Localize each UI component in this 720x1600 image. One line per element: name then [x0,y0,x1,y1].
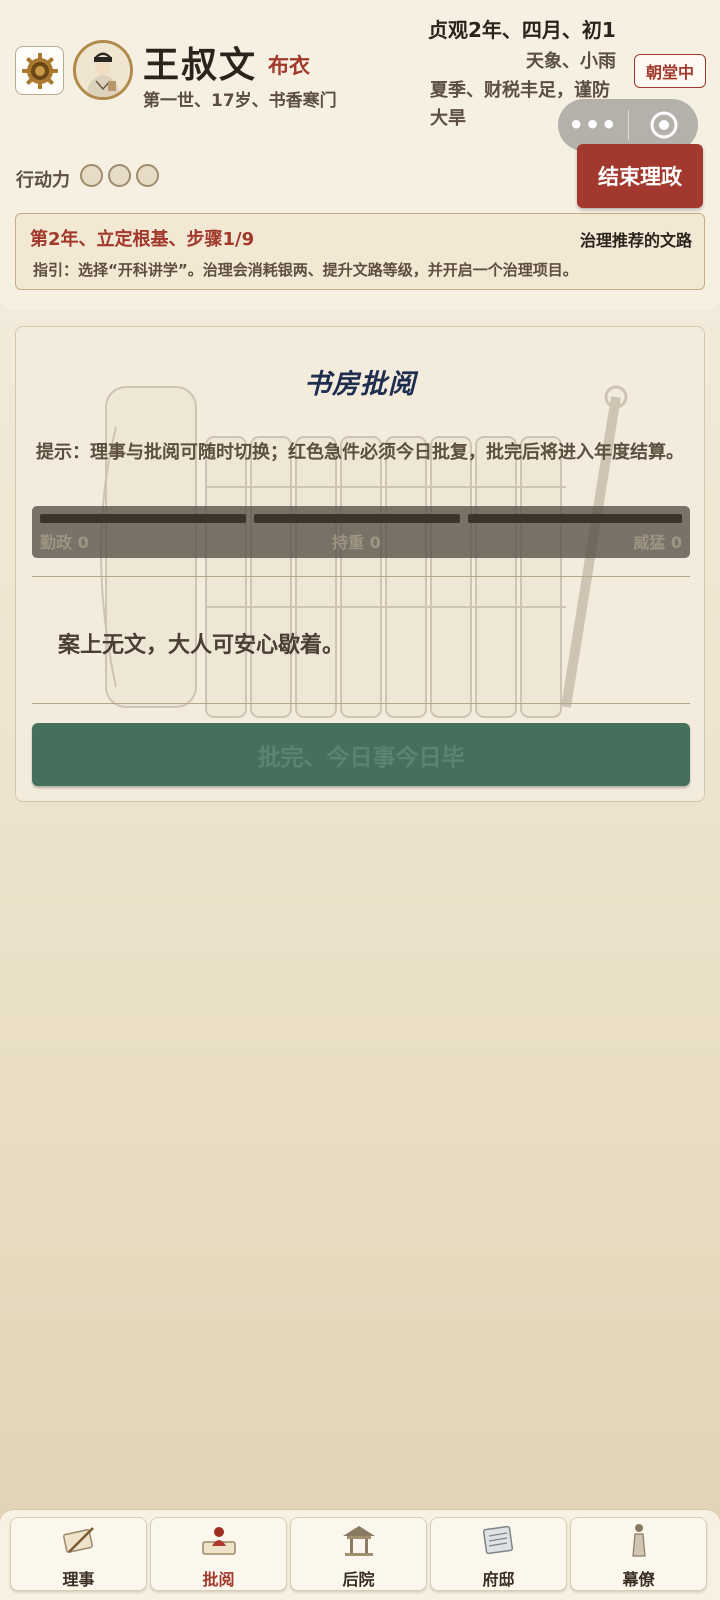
study-review-card: 书房批阅 提示：理事与批阅可随时切换；红色急件必须今日批复，批完后将进入年度结算… [15,326,705,802]
prudence-bar [254,514,460,523]
end-governance-button[interactable]: 结束理政 [577,144,703,208]
study-title: 书房批阅 [304,369,416,400]
finish-review-button[interactable]: 批完、今日事今日毕 [32,723,690,786]
might-stat: 威猛 0 [633,533,682,552]
tab-label: 府邸 [482,1570,515,1589]
diligence-bar [40,514,246,523]
tab-advisors[interactable]: 幕僚 [570,1517,707,1591]
action-points-label: 行动力 [16,170,70,191]
action-point-dot [108,164,131,187]
action-point-dot [136,164,159,187]
player-rank: 布衣 [268,54,310,78]
divider [32,576,690,577]
bottom-nav: 理事 批阅 后院 府邸 幕僚 [0,1509,720,1600]
tab-label: 理事 [62,1570,95,1589]
weather-text: 天象、小雨 [526,51,616,72]
divider [32,703,690,704]
pavilion-icon [342,1526,375,1556]
scholar-portrait-icon [76,43,130,97]
advisor-figure-icon [631,1524,646,1557]
stats-bar-panel: 勤政 0 持重 0 威猛 0 [32,506,690,558]
target-circle-icon [650,111,677,139]
court-status-badge: 朝堂中 [634,54,706,88]
guide-text: 指引：选择“开科讲学”。治理会消耗银两、提升文路等级，并开启一个治理项目。 [33,261,578,279]
player-subinfo: 第一世、17岁、书香寒门 [143,91,337,111]
study-hint: 提示：理事与批阅可随时切换；红色急件必须今日批复，批完后将进入年度结算。 [36,442,684,463]
tab-backyard[interactable]: 后院 [290,1517,427,1591]
action-point-dot [80,164,103,187]
prudence-stat: 持重 0 [332,533,381,552]
tab-review[interactable]: 批阅 [150,1517,287,1591]
settings-button[interactable] [15,46,64,95]
tab-label: 后院 [342,1570,375,1589]
book-icon [482,1525,513,1555]
scroll-brush-icon [62,1527,94,1553]
diligence-stat: 勤政 0 [40,533,89,552]
more-menu-button[interactable]: ••• [558,111,628,139]
tab-label: 幕僚 [622,1570,655,1589]
close-miniprogram-button[interactable] [629,110,698,140]
game-date: 贞观2年、四月、初1 [428,18,616,42]
status-header: 王叔文 布衣 第一世、17岁、书香寒门 贞观2年、四月、初1 天象、小雨 夏季、… [0,0,720,310]
tab-mansion[interactable]: 府邸 [430,1517,567,1591]
guide-panel[interactable]: 第2年、立定根基、步骤1/9 治理推荐的文路 指引：选择“开科讲学”。治理会消耗… [15,213,705,290]
tab-affairs[interactable]: 理事 [10,1517,147,1591]
tab-label: 批阅 [202,1570,235,1589]
player-name: 王叔文 [143,45,258,86]
gear-icon [21,52,58,89]
official-reading-icon [201,1527,236,1555]
empty-desk-message: 案上无文，大人可安心歇着。 [58,633,345,658]
player-avatar[interactable] [73,40,133,100]
guide-recommend: 治理推荐的文路 [579,231,692,250]
might-bar [468,514,682,523]
guide-step: 第2年、立定根基、步骤1/9 [30,229,255,250]
